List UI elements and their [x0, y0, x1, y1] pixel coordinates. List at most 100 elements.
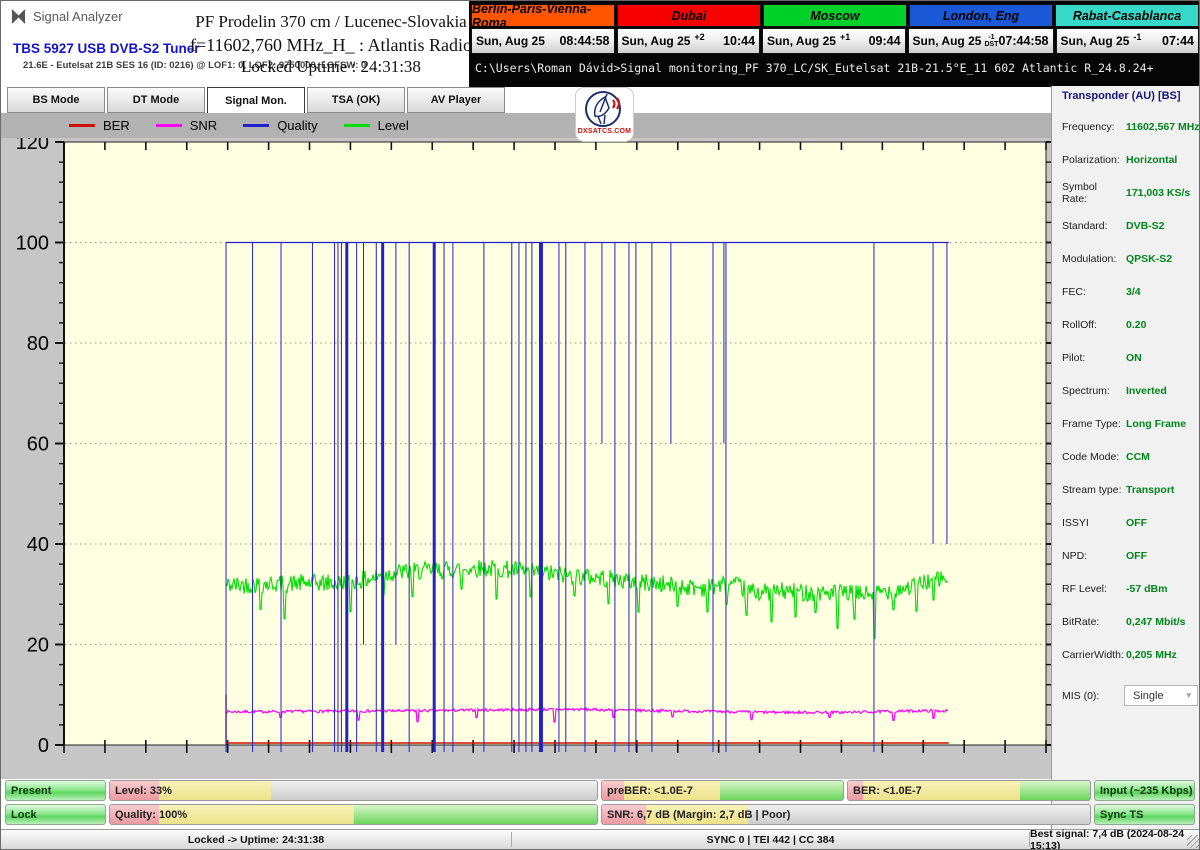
transponder-rows: Frequency:11602,567 MHzPolarization:Hori…	[1052, 110, 1200, 671]
signal-chart: 020406080100120	[1, 138, 1051, 779]
locked-uptime: Locked Uptime : 24:31:38	[171, 57, 491, 77]
clock-time: Sun, Aug 25-107:44	[1056, 28, 1200, 54]
site-title-block: PF Prodelin 370 cm / Lucenec-Slovakia f=…	[171, 11, 491, 77]
clock-time-value: 08:44:58	[559, 34, 613, 48]
transponder-row: Frame Type:Long Frame	[1052, 407, 1200, 440]
tab-tsa-ok-[interactable]: TSA (OK)	[307, 87, 405, 113]
tp-value: OFF	[1126, 550, 1147, 562]
mis-dropdown[interactable]: Single ▾	[1124, 685, 1198, 706]
legend-label: SNR	[190, 118, 217, 133]
bar-label: BER: <1.0E-7	[853, 781, 922, 800]
statusbar-uptime: Locked -> Uptime: 24:31:38	[1, 830, 511, 849]
clock-city: Dubai	[617, 4, 761, 27]
tp-label: Code Mode:	[1062, 451, 1124, 463]
tab-bs-mode[interactable]: BS Mode	[7, 87, 105, 113]
tp-label: RF Level:	[1062, 583, 1124, 595]
tab-av-player[interactable]: AV Player	[407, 87, 505, 113]
site-frequency: f=11602,760 MHz_H_ : Atlantis Radio	[171, 33, 491, 57]
chart-legend: BERSNRQualityLevel	[1, 113, 1051, 138]
status-bar-snr: SNR: 6,7 dB (Margin: 2,7 dB | Poor)	[601, 804, 1091, 825]
statusbar-sync: SYNC 0 | TEI 442 | CC 384	[512, 830, 1029, 849]
tp-value: 0.20	[1126, 319, 1146, 331]
status-row-top: PresentLevel: 33%preBER: <1.0E-7BER: <1.…	[5, 780, 1195, 801]
legend-swatch	[243, 124, 269, 127]
tp-label: BitRate:	[1062, 616, 1124, 628]
mis-label: MIS (0):	[1062, 690, 1124, 702]
svg-text:20: 20	[27, 635, 49, 657]
status-bar-ber: BER: <1.0E-7	[847, 780, 1091, 801]
tp-value: 0,247 Mbit/s	[1126, 616, 1186, 628]
legend-swatch	[156, 124, 182, 127]
clock-city: Rabat-Casablanca	[1055, 4, 1199, 27]
legend-label: Level	[378, 118, 409, 133]
clock-time: Sun, Aug 25+2 10:44	[617, 28, 761, 54]
bar-label: Level: 33%	[115, 781, 172, 800]
bar-segment	[1020, 781, 1090, 800]
tab-dt-mode[interactable]: DT Mode	[107, 87, 205, 113]
statusbar-best-signal: Best signal: 7,4 dB (2024-08-24 15:13)	[1030, 830, 1200, 849]
console-prompt[interactable]: C:\Users\Roman Dávid>Signal monitoring_P…	[469, 54, 1200, 75]
tp-value: OFF	[1126, 517, 1147, 529]
tp-label: Spectrum:	[1062, 385, 1124, 397]
console-window: Berlin-Paris-Vienna-RomaDubaiMoscowLondo…	[469, 1, 1200, 87]
transponder-row: BitRate:0,247 Mbit/s	[1052, 605, 1200, 638]
status-bar-level: Level: 33%	[109, 780, 598, 801]
tp-label: Stream type:	[1062, 484, 1124, 496]
tp-value: Long Frame	[1126, 418, 1186, 430]
tp-value: DVB-S2	[1126, 220, 1165, 232]
world-clock-headers: Berlin-Paris-Vienna-RomaDubaiMoscowLondo…	[471, 4, 1199, 27]
status-bar-preber: preBER: <1.0E-7	[601, 780, 844, 801]
tab-signal-mon-[interactable]: Signal Mon.	[207, 87, 305, 115]
clock-time-value: 10:44	[723, 34, 759, 48]
transponder-panel: Transponder (AU) [BS] Frequency:11602,56…	[1051, 86, 1200, 850]
svg-text:80: 80	[27, 333, 49, 355]
transponder-row: RF Level:-57 dBm	[1052, 572, 1200, 605]
satellite-dish-icon	[583, 88, 627, 130]
logo-text: DXSATCS.COM	[578, 128, 631, 135]
chart-canvas: 020406080100120	[1, 138, 1051, 779]
dxsatcs-logo: DXSATCS.COM	[576, 88, 633, 141]
tp-label: CarrierWidth:	[1062, 649, 1124, 661]
transponder-row: ISSYIOFF	[1052, 506, 1200, 539]
tp-label: NPD:	[1062, 550, 1124, 562]
tp-label: Pilot:	[1062, 352, 1124, 364]
transponder-row: Modulation:QPSK-S2	[1052, 242, 1200, 275]
tp-label: Polarization:	[1062, 154, 1124, 166]
tp-label: Symbol Rate:	[1062, 181, 1124, 205]
clock-date: Sun, Aug 25	[909, 34, 982, 48]
legend-item-snr: SNR	[156, 118, 217, 133]
resize-grip-icon[interactable]	[1187, 835, 1200, 848]
tp-value: Transport	[1126, 484, 1174, 496]
bottom-statusbar: Locked -> Uptime: 24:31:38 SYNC 0 | TEI …	[1, 829, 1200, 850]
svg-text:120: 120	[16, 138, 49, 154]
clock-date: Sun, Aug 25	[763, 34, 836, 48]
status-badge-sync-ts: Sync TS	[1094, 804, 1195, 825]
tp-label: Modulation:	[1062, 253, 1124, 265]
svg-text:100: 100	[16, 233, 49, 255]
mis-selected-value: Single	[1133, 690, 1164, 702]
bar-label: Quality: 100%	[115, 805, 187, 824]
transponder-row: Code Mode:CCM	[1052, 440, 1200, 473]
transponder-title: Transponder (AU) [BS]	[1052, 86, 1200, 102]
bar-segment	[354, 805, 598, 824]
clock-offset: -1DST	[984, 34, 998, 48]
bar-segment	[159, 805, 354, 824]
clock-offset: -1	[1133, 32, 1141, 42]
tp-value: CCM	[1126, 451, 1150, 463]
legend-swatch	[69, 124, 95, 127]
signal-analyzer-window: Signal Analyzer TBS 5927 USB DVB-S2 Tune…	[0, 0, 1200, 850]
clock-city: Berlin-Paris-Vienna-Roma	[471, 4, 615, 27]
tp-value: 0,205 MHz	[1126, 649, 1177, 661]
tp-label: Frame Type:	[1062, 418, 1124, 430]
clock-time: Sun, Aug 25-1DST07:44:58	[908, 28, 1054, 54]
clock-offset: +2	[694, 32, 704, 42]
clock-time-value: 09:44	[869, 34, 905, 48]
tp-value: Horizontal	[1126, 154, 1177, 166]
bar-label: preBER: <1.0E-7	[607, 781, 693, 800]
transponder-row: Pilot:ON	[1052, 341, 1200, 374]
clock-offset: +1	[840, 32, 850, 42]
tp-label: RollOff:	[1062, 319, 1124, 331]
status-badge-input-235-kbps-: Input (~235 Kbps)	[1094, 780, 1195, 801]
clock-date: Sun, Aug 25	[618, 34, 691, 48]
legend-item-ber: BER	[69, 118, 130, 133]
